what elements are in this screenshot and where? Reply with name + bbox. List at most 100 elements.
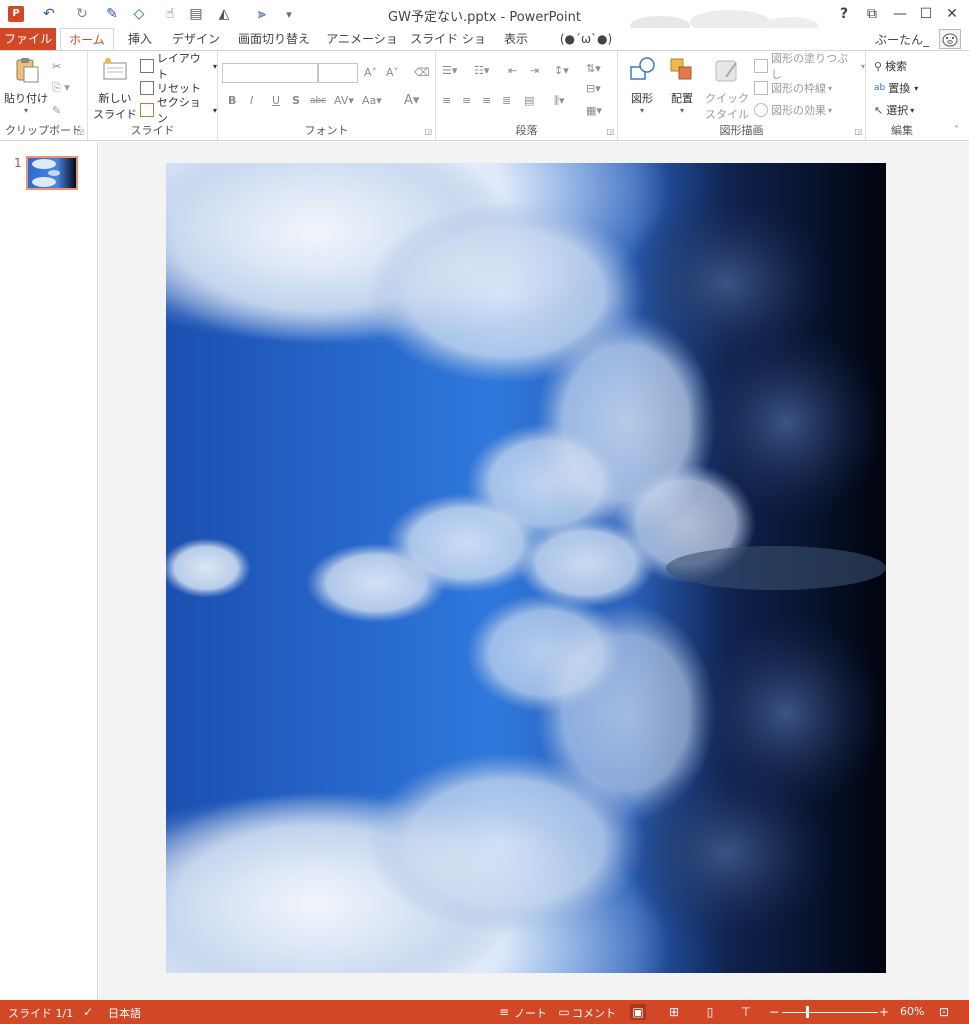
text-direction-icon[interactable]: ⇅▾ [586,61,601,77]
bold-icon[interactable]: B [228,93,236,109]
change-case-icon[interactable]: Aa▾ [362,93,382,109]
italic-icon[interactable]: I [250,93,253,109]
font-launcher-icon[interactable]: ◲ [424,127,432,136]
slide-thumbnail-number: 1 [14,156,22,170]
increase-indent-icon[interactable]: ⇥ [530,63,539,79]
quick-styles-label-1: クイック [705,92,749,105]
reading-view-icon[interactable]: ▯ [702,1004,718,1020]
align-left-icon[interactable]: ≡ [442,93,451,109]
slide-editor[interactable] [99,142,969,1000]
language-indicator[interactable]: 日本語 [108,1005,141,1021]
slide-sorter-icon[interactable]: ⊞ [666,1004,682,1020]
tab-custom[interactable]: (●´ω`●) [548,28,624,50]
zoom-slider[interactable] [782,1012,878,1013]
clipboard-launcher-icon[interactable]: ◲ [76,127,84,136]
shapes-button[interactable]: 図形 ▾ [624,55,660,115]
ribbon: 貼り付け ▾ ✂ ⎘ ▾ ✎ クリップボード ◲ 新しい スライド レイアウト ▾… [0,50,969,141]
shrink-font-icon[interactable]: A˅ [386,65,399,81]
slide-thumbnail[interactable] [26,156,78,190]
strikethrough-icon[interactable]: abc [310,93,326,109]
shape-fill-label: 図形の塗りつぶし [770,52,849,81]
layout-button[interactable]: レイアウト ▾ [140,52,217,81]
font-color-icon[interactable]: A▾ [404,93,419,109]
tab-view[interactable]: 表示 [496,28,536,50]
section-button[interactable]: セクション ▾ [140,96,217,125]
font-size-field[interactable] [318,63,358,83]
tab-home[interactable]: ホーム [60,28,114,50]
zoom-out-icon[interactable]: − [766,1004,782,1020]
slides-group-label: スライド [130,124,175,137]
find-button[interactable]: ⚲ 検索 [874,57,907,75]
binoculars-icon: ⚲ [874,59,883,73]
quick-styles-button[interactable]: クイック スタイル [704,55,750,122]
copy-icon[interactable]: ⎘ ▾ [52,79,70,97]
clear-format-icon[interactable]: ⌫ [414,65,430,81]
justify-icon[interactable]: ≣ [502,93,511,109]
paste-dropdown-icon[interactable]: ▾ [4,106,48,115]
ribbon-display-icon[interactable]: ⧉ [858,2,886,26]
drawing-group-label: 図形描画 [719,124,764,137]
cut-icon[interactable]: ✂ [52,57,61,75]
section-icon [140,103,154,117]
collapse-ribbon-icon[interactable]: ˄ [954,125,959,136]
quick-styles-icon [715,60,737,82]
shape-fill-button[interactable]: 図形の塗りつぶし ▾ [754,52,865,81]
avatar[interactable] [939,29,961,49]
tab-animations[interactable]: アニメーション [322,28,402,68]
line-spacing-icon[interactable]: ↕▾ [554,63,569,79]
tab-insert[interactable]: 挿入 [120,28,160,50]
align-center-icon[interactable]: ≡ [462,93,471,109]
align-right-icon[interactable]: ≡ [482,93,491,109]
zoom-in-icon[interactable]: + [876,1004,892,1020]
tab-design[interactable]: デザイン [168,28,224,50]
format-painter-icon[interactable]: ✎ [52,101,61,119]
shape-outline-button[interactable]: 図形の枠線 ▾ [754,79,832,97]
spellcheck-icon[interactable]: ✓ [80,1004,96,1020]
slide-thumbnails-pane[interactable]: 1 [0,142,98,1000]
minimize-button[interactable]: — [886,2,914,26]
zoom-level[interactable]: 60% [900,1005,924,1018]
close-button[interactable]: ✕ [938,2,966,26]
columns-icon[interactable]: ⫼▾ [554,93,565,109]
slideshow-view-icon[interactable]: ⊤ [738,1004,754,1020]
smartart-icon[interactable]: ▦▾ [586,103,602,119]
zoom-slider-thumb[interactable] [806,1006,809,1018]
tab-file[interactable]: ファイル [0,28,56,50]
replace-label: 置換 [888,82,911,95]
reset-icon [140,81,154,95]
replace-button[interactable]: ab 置換 ▾ [874,79,918,97]
distributed-icon[interactable]: ▤ [524,93,534,109]
effects-icon [754,103,768,117]
ribbon-tabs: ファイル ホーム 挿入 デザイン 画面切り替え アニメーション スライド ショー… [0,28,969,68]
numbering-icon[interactable]: ☷▾ [474,63,489,79]
drawing-launcher-icon[interactable]: ◲ [854,127,862,136]
paste-button[interactable]: 貼り付け ▾ [4,55,48,115]
slide-indicator[interactable]: スライド 1/1 [8,1005,73,1021]
user-name[interactable]: ぶーたん_ [875,31,929,48]
grow-font-icon[interactable]: A˄ [364,65,377,81]
shape-effects-button[interactable]: 図形の効果 ▾ [754,101,832,119]
shadow-icon[interactable]: S [292,93,300,109]
font-name-field[interactable] [222,63,318,83]
notes-button[interactable]: ノート [514,1005,547,1021]
normal-view-icon[interactable]: ▣ [630,1004,646,1020]
decrease-indent-icon[interactable]: ⇤ [508,63,517,79]
help-icon[interactable]: ? [830,2,858,26]
bullets-icon[interactable]: ☰▾ [442,63,457,79]
pen-outline-icon [754,81,768,95]
maximize-button[interactable]: ☐ [912,2,940,26]
tab-transitions[interactable]: 画面切り替え [234,28,314,50]
sky-cloud-mirror-image[interactable] [166,163,886,973]
comments-button[interactable]: コメント [572,1005,616,1021]
select-button[interactable]: ↖ 選択 ▾ [874,101,914,119]
align-text-icon[interactable]: ⊟▾ [586,81,601,97]
char-spacing-icon[interactable]: AV▾ [334,93,354,109]
tab-slideshow[interactable]: スライド ショー [410,28,486,68]
fit-to-window-icon[interactable]: ⊡ [936,1004,952,1020]
slide-canvas[interactable] [166,163,886,973]
arrange-button[interactable]: 配置 ▾ [664,55,700,115]
arrange-icon [670,58,692,80]
underline-icon[interactable]: U [272,93,280,109]
paragraph-launcher-icon[interactable]: ◲ [606,127,614,136]
new-slide-button[interactable]: 新しい スライド [92,55,138,122]
